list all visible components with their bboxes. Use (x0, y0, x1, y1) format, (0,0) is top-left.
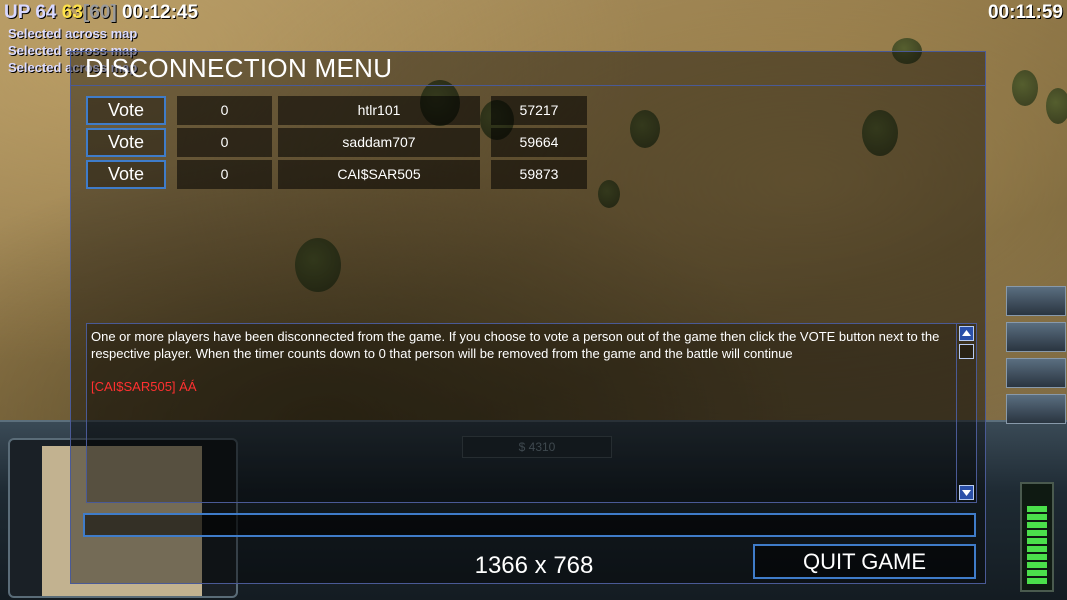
hud-fps: [60] (82, 2, 117, 23)
hud-countdown: 00:11:59 (987, 2, 1063, 23)
message-log[interactable]: One or more players have been disconnect… (86, 323, 977, 503)
vote-button[interactable]: Vote (86, 128, 166, 157)
tree (1012, 70, 1038, 106)
player-timer: 59664 (491, 128, 587, 157)
build-slot[interactable] (1006, 394, 1066, 424)
player-name: CAI$SAR505 (278, 160, 480, 189)
hud-stat-a: 64 (35, 2, 57, 23)
scroll-down-icon[interactable] (959, 485, 974, 500)
disconnect-notice: One or more players have been disconnect… (91, 329, 940, 361)
hud-stat-b: 63 (61, 2, 83, 23)
dialog-title: DISCONNECTION MENU (85, 53, 393, 83)
player-timer: 59873 (491, 160, 587, 189)
chat-message: [CAI$SAR505] ÁÁ (91, 379, 197, 394)
log-scrollbar[interactable] (956, 324, 976, 502)
title-divider (71, 85, 985, 86)
vote-count: 0 (177, 160, 272, 189)
vote-button[interactable]: Vote (86, 96, 166, 125)
power-level (1027, 506, 1047, 586)
disconnection-dialog: DISCONNECTION MENU Vote 0 htlr101 57217 … (70, 51, 986, 584)
build-slot[interactable] (1006, 286, 1066, 316)
build-slot[interactable] (1006, 322, 1066, 352)
quit-game-button[interactable]: QUIT GAME (753, 544, 976, 579)
hud-game-time: 00:12:45 (121, 2, 199, 23)
build-slot[interactable] (1006, 358, 1066, 388)
selection-message: Selected across map (8, 26, 138, 41)
vote-count: 0 (177, 96, 272, 125)
scroll-thumb[interactable] (959, 344, 974, 359)
tree (1046, 88, 1067, 124)
vote-count: 0 (177, 128, 272, 157)
hud-up-label: UP (4, 2, 31, 23)
hud-stats: UP 64 63[60] 00:12:45 (4, 2, 198, 24)
player-timer: 57217 (491, 96, 587, 125)
player-name: htlr101 (278, 96, 480, 125)
chat-input[interactable] (83, 513, 976, 537)
player-name: saddam707 (278, 128, 480, 157)
resolution-label: 1366 x 768 (474, 552, 594, 579)
power-meter-icon (1020, 482, 1054, 592)
vote-button[interactable]: Vote (86, 160, 166, 189)
scroll-up-icon[interactable] (959, 326, 974, 341)
